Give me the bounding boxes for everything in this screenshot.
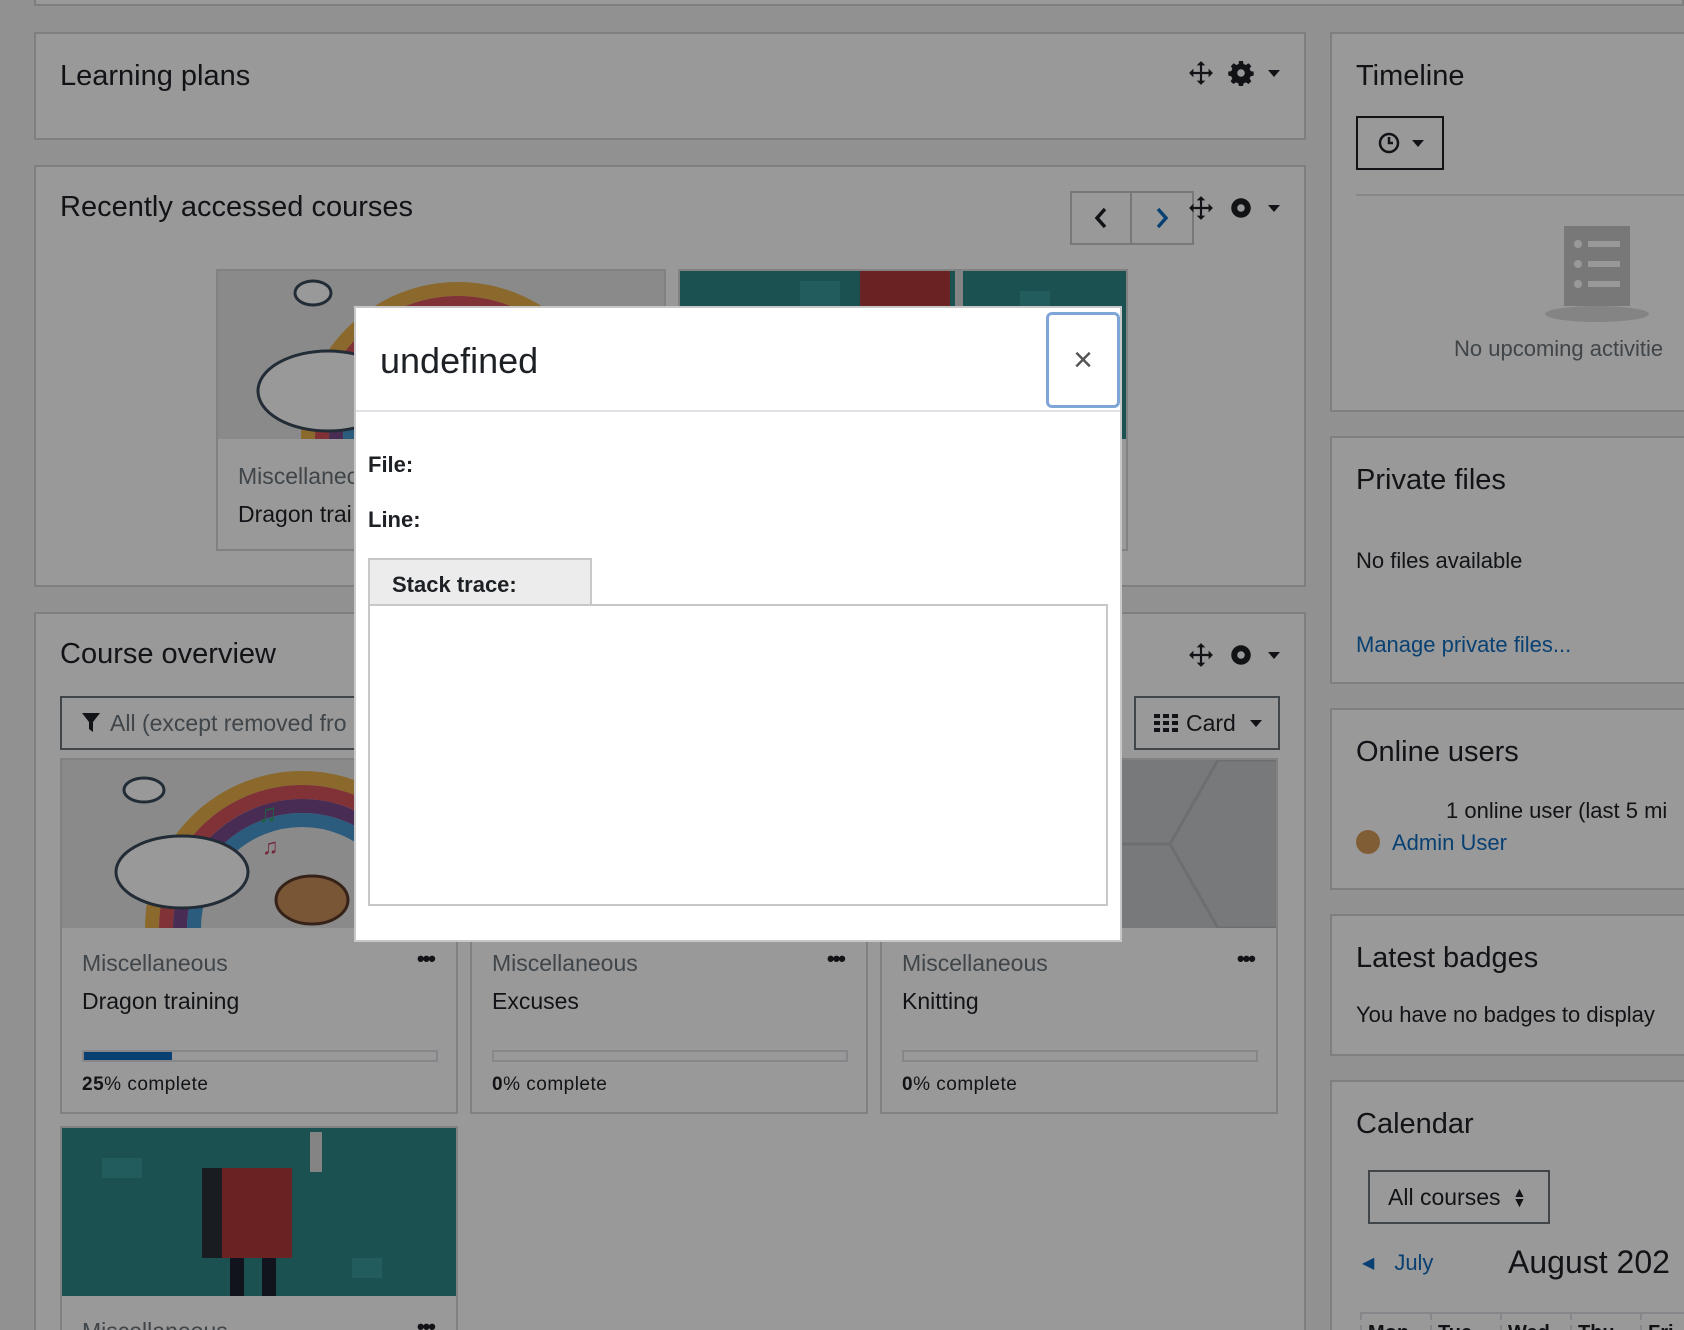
file-label: File: [368,452,414,477]
dialog-title: undefined [380,340,539,381]
close-button[interactable]: × [1046,312,1120,408]
error-dialog: undefined × File: Line: Stack trace: [354,306,1122,942]
line-label: Line: [368,507,421,532]
stack-trace-content[interactable] [368,604,1108,906]
dialog-header: undefined × [356,308,1120,412]
close-icon: × [1073,340,1093,379]
stack-trace-label: Stack trace: [368,558,592,606]
